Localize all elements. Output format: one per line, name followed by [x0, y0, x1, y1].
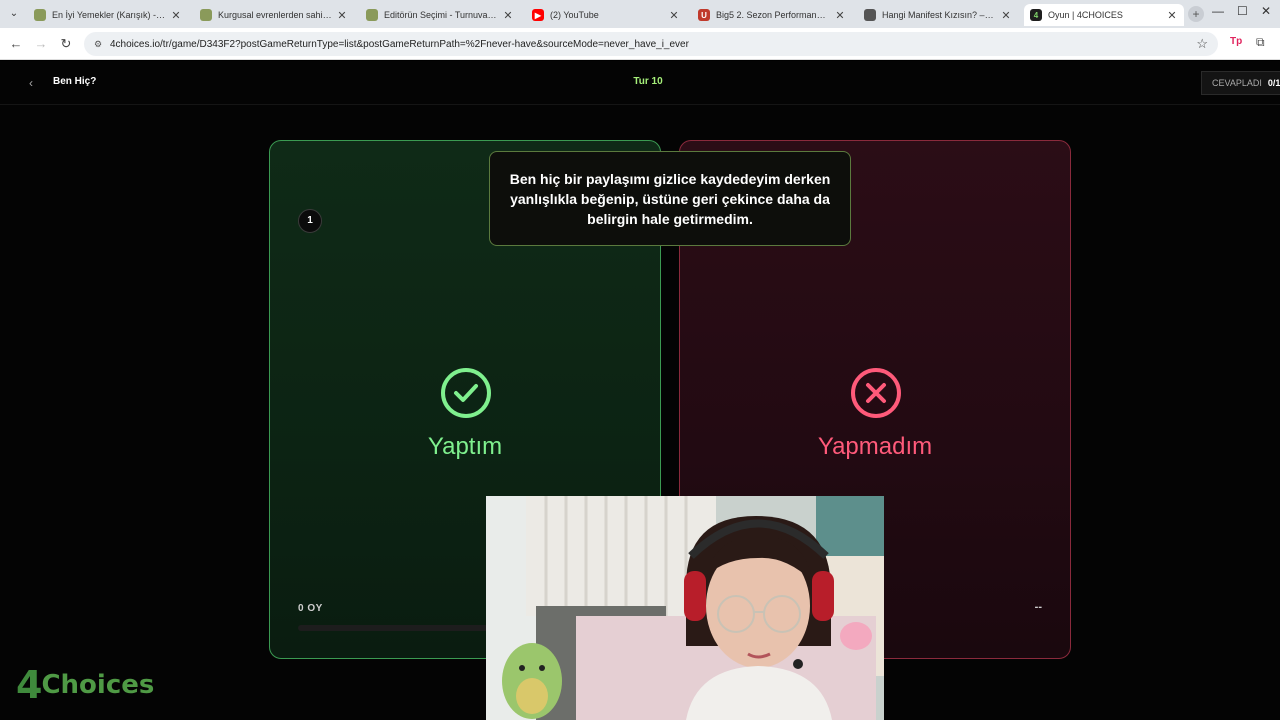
close-icon[interactable]: ✕ [668, 9, 680, 22]
close-icon[interactable]: ✕ [834, 9, 846, 22]
tab-favicon-icon: U [698, 9, 710, 21]
bookmark-star-icon[interactable]: ☆ [1196, 36, 1208, 52]
browser-toolbar: ← → ↻ ⚙ 4choices.io/tr/game/D343F2?postG… [0, 28, 1280, 60]
tab-favicon-icon: 4 [1030, 9, 1042, 21]
tab-favicon-icon [864, 9, 876, 21]
webcam-overlay [486, 496, 884, 720]
4choices-logo[interactable]: 4 Choices [16, 663, 154, 707]
round-label: Tur 10 [633, 76, 663, 87]
close-icon[interactable]: ✕ [170, 9, 182, 22]
tab-title: Oyun | 4CHOICES [1048, 10, 1123, 20]
tab-favicon-icon [34, 9, 46, 21]
new-tab-icon[interactable]: + [1188, 6, 1204, 22]
check-circle-icon [441, 368, 491, 418]
site-info-icon[interactable]: ⚙ [92, 38, 104, 50]
minimize-icon[interactable]: — [1212, 4, 1224, 18]
answered-count: 0/1 [1267, 78, 1280, 88]
question-box: Ben hiç bir paylaşımı gizlice kaydedeyim… [489, 151, 851, 246]
forward-arrow-icon[interactable]: → [33, 36, 49, 52]
tab-title: Kurgusal evrenlerden sahiplenm [218, 10, 332, 20]
close-window-icon[interactable]: ✕ [1261, 4, 1271, 18]
browser-tab[interactable]: Hangi Manifest Kızısın? – Onca ✕ [858, 4, 1018, 26]
vote-count: 0 OY [298, 603, 323, 614]
back-arrow-icon[interactable]: ← [8, 36, 24, 52]
answered-label: CEVAPLADI [1212, 78, 1262, 88]
choice-label-yes: Yaptım [427, 433, 503, 460]
choice-number: 1 [298, 209, 322, 233]
game-header: ‹ Ben Hiç? Tur 10 CEVAPLADI 0/1 [0, 61, 1280, 105]
url-text: 4choices.io/tr/game/D343F2?postGameRetur… [110, 38, 689, 50]
extension-tp-icon[interactable]: Tp [1230, 36, 1242, 47]
reload-icon[interactable]: ↻ [58, 36, 74, 52]
browser-tab[interactable]: En İyi Yemekler (Karışık) - Tier L ✕ [28, 4, 188, 26]
browser-tab[interactable]: U Big5 2. Sezon Performansları | I ✕ [692, 4, 852, 26]
browser-tab[interactable]: Kurgusal evrenlerden sahiplenm ✕ [194, 4, 354, 26]
game-page: ‹ Ben Hiç? Tur 10 CEVAPLADI 0/1 1 Yaptım… [0, 61, 1280, 720]
close-icon[interactable]: ✕ [336, 9, 348, 22]
browser-tab-strip: ⌄ En İyi Yemekler (Karışık) - Tier L ✕ K… [0, 0, 1280, 28]
tab-search-icon[interactable]: ⌄ [6, 6, 22, 22]
extensions-puzzle-icon[interactable]: ⧉ [1256, 35, 1265, 50]
question-text: Ben hiç bir paylaşımı gizlice kaydedeyim… [509, 170, 831, 227]
browser-tab[interactable]: Editörün Seçimi - Turnuva - Qu ✕ [360, 4, 520, 26]
chevron-left-icon[interactable]: ‹ [24, 75, 38, 91]
game-title: Ben Hiç? [53, 76, 97, 87]
x-circle-icon [851, 368, 901, 418]
close-icon[interactable]: ✕ [502, 9, 514, 22]
tab-title: En İyi Yemekler (Karışık) - Tier L [52, 10, 166, 20]
browser-tab[interactable]: ▶ (2) YouTube ✕ [526, 4, 686, 26]
maximize-icon[interactable]: ☐ [1237, 4, 1248, 18]
tab-favicon-icon [200, 9, 212, 21]
answered-badge: CEVAPLADI 0/1 [1201, 71, 1280, 95]
tab-title: Hangi Manifest Kızısın? – Onca [882, 10, 996, 20]
youtube-icon: ▶ [532, 9, 544, 21]
tab-title: Editörün Seçimi - Turnuva - Qu [384, 10, 498, 20]
browser-tab-active[interactable]: 4 Oyun | 4CHOICES ✕ [1024, 4, 1184, 26]
choice-label-no: Yapmadım [817, 433, 933, 460]
webcam-image [486, 496, 884, 720]
close-icon[interactable]: ✕ [1166, 9, 1178, 22]
vote-count: -- [1034, 601, 1042, 613]
address-bar[interactable]: ⚙ 4choices.io/tr/game/D343F2?postGameRet… [84, 32, 1218, 56]
tab-favicon-icon [366, 9, 378, 21]
close-icon[interactable]: ✕ [1000, 9, 1012, 22]
tab-title: Big5 2. Sezon Performansları | I [716, 10, 830, 20]
tab-title: (2) YouTube [550, 10, 599, 20]
